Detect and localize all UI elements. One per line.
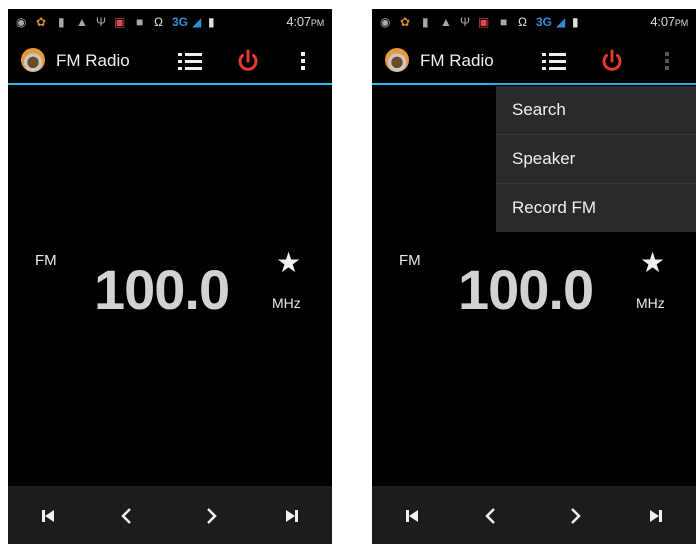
power-icon[interactable] xyxy=(234,47,262,75)
sync-icon: ✿ xyxy=(36,15,47,29)
menu-item-record-fm[interactable]: Record FM xyxy=(496,184,696,232)
fm-radio-icon xyxy=(385,48,409,72)
warning-icon: ▲ xyxy=(76,15,88,29)
station-list-icon[interactable] xyxy=(178,51,202,71)
usb-icon: Ψ xyxy=(460,15,471,29)
phone-screen-left: ◉ ✿ ▮ ▲ Ψ ▣ ■ Ω 3G ◢ ▮ 4:07PM FM Radio F… xyxy=(8,9,332,544)
sync-icon: ✿ xyxy=(400,15,411,29)
app-title: FM Radio xyxy=(420,51,494,70)
frequency-display: 100.0 xyxy=(94,258,230,321)
phone-screen-right: ◉ ✿ ▮ ▲ Ψ ▣ ■ Ω 3G ◢ ▮ 4:07PM FM Radio F… xyxy=(372,9,696,544)
band-label: FM xyxy=(35,252,57,269)
app-notification-icon: ▣ xyxy=(478,15,490,29)
sd-card-icon: ■ xyxy=(136,15,144,29)
network-type: 3G xyxy=(536,15,553,29)
skip-previous-icon[interactable] xyxy=(400,504,424,528)
chevron-right-icon[interactable] xyxy=(199,504,223,528)
tuning-bar xyxy=(8,486,332,544)
battery-icon: ▮ xyxy=(572,15,579,29)
action-bar: FM Radio xyxy=(8,39,332,85)
station-list-icon[interactable] xyxy=(542,51,566,71)
notification-icon: ◉ xyxy=(380,15,391,29)
band-label: FM xyxy=(399,252,421,269)
status-time: 4:07PM xyxy=(286,14,324,29)
signal-icon: ◢ xyxy=(192,15,202,29)
app-title: FM Radio xyxy=(56,51,130,70)
usb-icon: Ψ xyxy=(96,15,107,29)
signal-icon: ◢ xyxy=(556,15,566,29)
notification-icon: ◉ xyxy=(16,15,27,29)
status-time: 4:07PM xyxy=(650,14,688,29)
skip-previous-icon[interactable] xyxy=(36,504,60,528)
headset-icon: Ω xyxy=(154,15,163,29)
menu-item-speaker[interactable]: Speaker xyxy=(496,135,696,184)
tuning-bar xyxy=(372,486,696,544)
skip-next-icon[interactable] xyxy=(280,504,304,528)
sd-card-icon: ■ xyxy=(500,15,508,29)
power-icon[interactable] xyxy=(598,47,626,75)
warning-icon: ▲ xyxy=(440,15,452,29)
headset-icon: Ω xyxy=(518,15,527,29)
star-icon[interactable]: ★ xyxy=(640,249,665,277)
status-bar: ◉ ✿ ▮ ▲ Ψ ▣ ■ Ω 3G ◢ ▮ 4:07PM xyxy=(8,9,332,35)
frequency-unit: MHz xyxy=(636,295,665,311)
app-notification-icon: ▣ xyxy=(114,15,126,29)
frequency-unit: MHz xyxy=(272,295,301,311)
battery-icon: ▮ xyxy=(208,15,215,29)
chevron-left-icon[interactable] xyxy=(479,504,503,528)
network-type: 3G xyxy=(172,15,189,29)
clipboard-icon: ▮ xyxy=(58,15,65,29)
chevron-left-icon[interactable] xyxy=(115,504,139,528)
clipboard-icon: ▮ xyxy=(422,15,429,29)
fm-radio-icon xyxy=(21,48,45,72)
status-bar: ◉ ✿ ▮ ▲ Ψ ▣ ■ Ω 3G ◢ ▮ 4:07PM xyxy=(372,9,696,35)
action-bar: FM Radio xyxy=(372,39,696,85)
skip-next-icon[interactable] xyxy=(644,504,668,528)
star-icon[interactable]: ★ xyxy=(276,249,301,277)
overflow-menu-icon[interactable] xyxy=(664,51,670,71)
menu-item-search[interactable]: Search xyxy=(496,86,696,135)
overflow-menu-icon[interactable] xyxy=(300,51,306,71)
chevron-right-icon[interactable] xyxy=(563,504,587,528)
overflow-menu: Search Speaker Record FM xyxy=(496,86,696,232)
frequency-display: 100.0 xyxy=(458,258,594,321)
